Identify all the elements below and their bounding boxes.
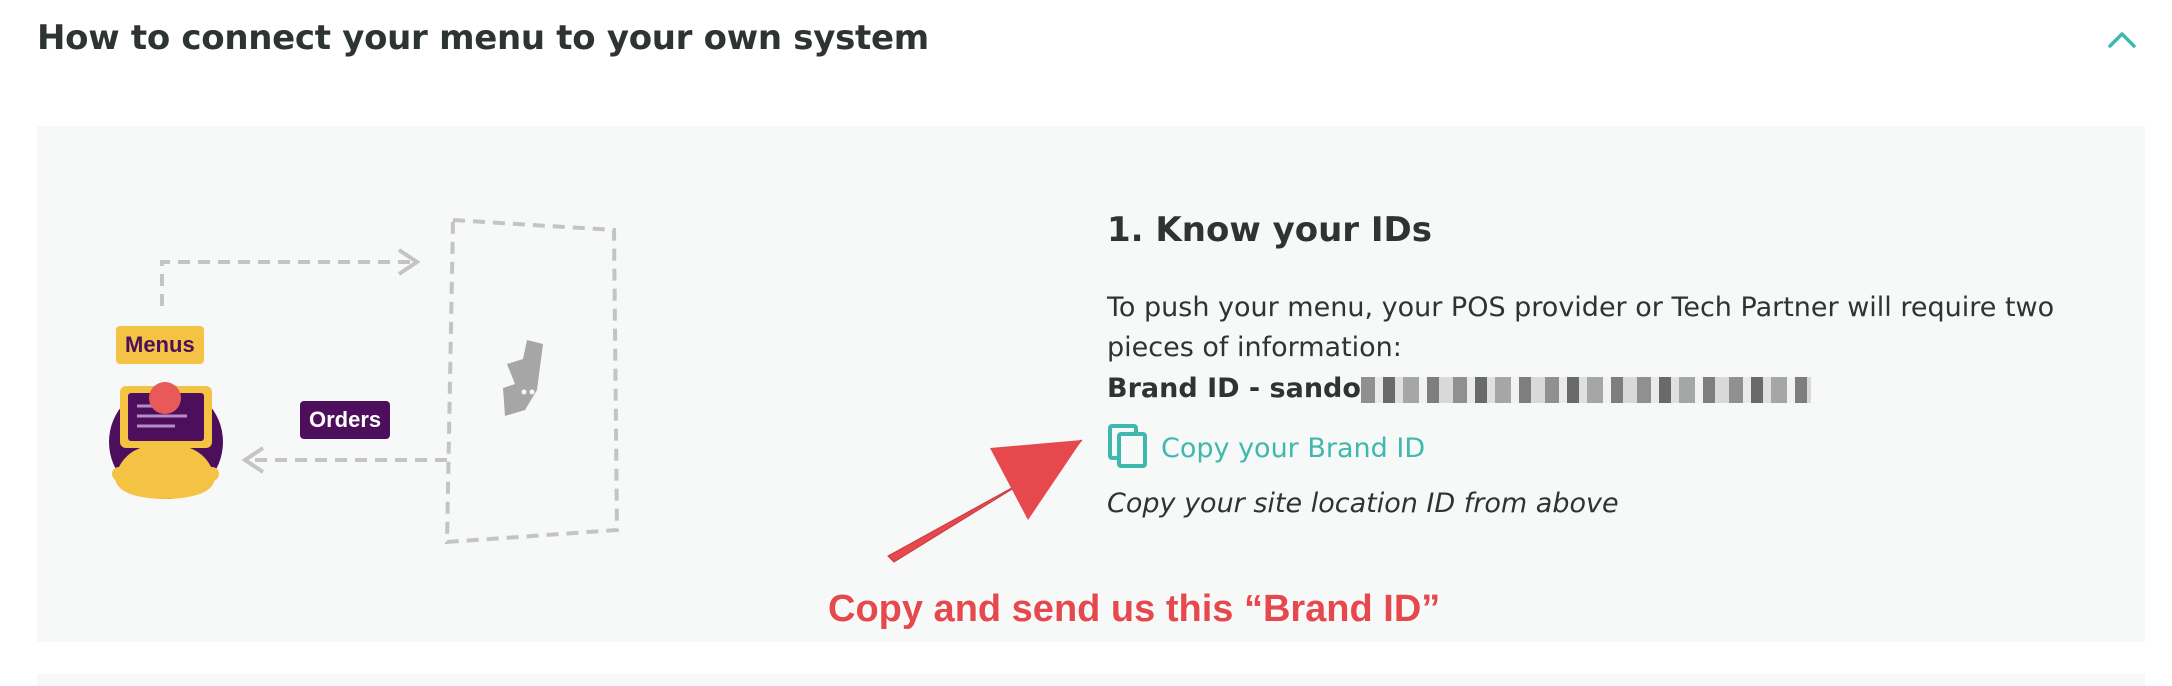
brand-id-redacted-value bbox=[1360, 376, 1811, 403]
section-header[interactable]: How to connect your menu to your own sys… bbox=[0, 0, 2172, 84]
menus-flow-line bbox=[160, 260, 417, 306]
copy-icon bbox=[1107, 423, 1149, 473]
brand-id-label: Brand ID - sando bbox=[1107, 373, 1361, 404]
copy-brand-id-label: Copy your Brand ID bbox=[1161, 432, 1426, 464]
annotation-callout: Copy and send us this “Brand ID” bbox=[828, 588, 1441, 630]
step-title: 1. Know your IDs bbox=[1107, 210, 1433, 250]
section-title: How to connect your menu to your own sys… bbox=[37, 18, 929, 58]
restaurant-person-icon bbox=[109, 382, 223, 499]
integration-panel: Menus Orders bbox=[37, 126, 2145, 642]
step-description: To push your menu, your POS provider or … bbox=[1107, 292, 2055, 363]
menus-badge: Menus bbox=[116, 326, 204, 364]
deliveroo-logo-icon bbox=[503, 340, 543, 416]
copy-brand-id-button[interactable]: Copy your Brand ID bbox=[1107, 424, 1425, 472]
orders-badge: Orders bbox=[300, 401, 391, 439]
integration-illustration: Menus Orders bbox=[37, 126, 937, 642]
menus-badge-label: Menus bbox=[125, 332, 195, 357]
chevron-up-icon[interactable] bbox=[2100, 22, 2144, 56]
site-location-note: Copy your site location ID from above bbox=[1107, 488, 1619, 519]
next-section-edge bbox=[37, 674, 2145, 686]
brand-id: Brand ID - sando bbox=[1107, 369, 1811, 409]
orders-badge-label: Orders bbox=[309, 407, 382, 432]
